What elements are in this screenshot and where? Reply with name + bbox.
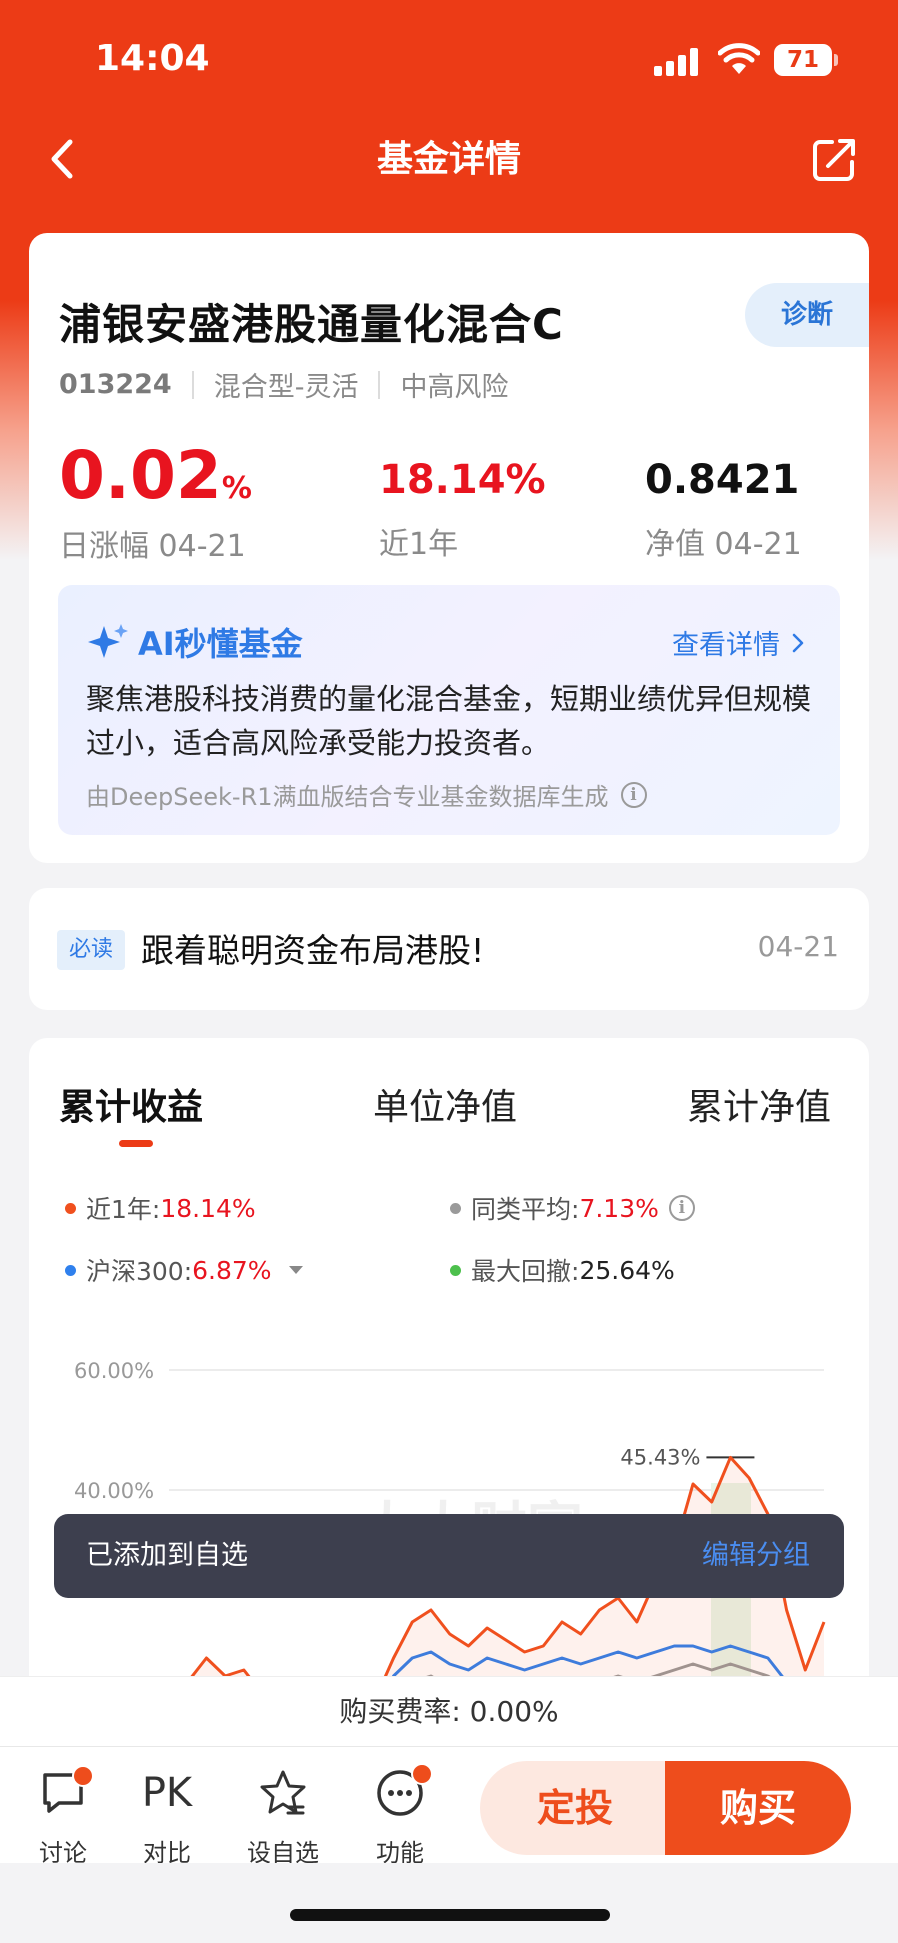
sip-button[interactable]: 定投 [480,1761,670,1855]
y-tick-label: 40.00% [74,1479,154,1503]
legend-dot-one-year [65,1202,76,1214]
legend-one-year: 近1年: 18.14% [65,1190,256,1226]
divider [378,370,381,399]
purchase-fee: 购买费率: 0.00% [339,1695,559,1728]
cellular-signal-icon [654,48,702,76]
notification-badge [411,1763,433,1785]
ai-summary-box[interactable]: AI秒懂基金 查看详情 聚焦港股科技消费的量化混合基金，短期业绩优异但规模过小，… [58,585,840,835]
nav-value: 0.8421 [645,457,800,503]
news-tag: 必读 [57,930,125,970]
fund-meta: 013224 混合型-灵活 中高风险 [59,365,508,404]
one-year-value: 18.14% [379,457,546,503]
buy-button[interactable]: 购买 [665,1761,851,1855]
daily-change-stat: 0.02% 日涨幅 04-21 [59,443,252,565]
fund-risk: 中高风险 [400,372,509,403]
info-icon[interactable]: i [620,781,647,808]
toast-notification: 已添加到自选 编辑分组 [54,1514,844,1598]
notification-badge [72,1765,94,1787]
tab-unit-nav[interactable]: 单位净值 [373,1078,517,1130]
tab-cumulative-return[interactable]: 累计收益 [59,1078,203,1130]
ai-footnote-text: 由DeepSeek-R1满血版结合专业基金数据库生成 [86,783,609,811]
news-card[interactable]: 必读 跟着聪明资金布局港股! 04-21 [29,888,869,1010]
nav-label: 净值 04-21 [645,527,802,562]
status-bar: 14:04 71 [0,0,898,110]
edit-group-button[interactable]: 编辑分组 [702,1514,810,1598]
ai-footnote: 由DeepSeek-R1满血版结合专业基金数据库生成 i [86,777,647,812]
return-chart[interactable]: 60.00% 40.00% 45.43% 大大财富 [29,1298,869,1678]
battery-icon: 71 [774,44,832,76]
one-year-stat: 18.14% 近1年 [379,455,546,563]
chevron-right-icon [792,633,804,652]
pk-icon: PK [141,1770,193,1816]
legend-csi300[interactable]: 沪深300: 6.87% [65,1252,306,1288]
legend-max-drawdown-value: 25.64% [579,1255,675,1285]
dropdown-triangle-icon[interactable] [286,1263,306,1277]
fund-code: 013224 [59,369,172,400]
legend-csi300-label: 沪深300: [86,1257,193,1286]
wifi-icon [718,43,760,74]
more-icon-wrap [355,1763,445,1831]
legend-category-average-value: 7.13% [579,1193,659,1223]
watchlist-icon-wrap [238,1767,328,1831]
legend-one-year-label: 近1年: [86,1195,161,1224]
legend-dot-max-drawdown [450,1264,461,1276]
one-year-label: 近1年 [379,527,459,562]
ai-view-details-link[interactable]: 查看详情 [672,623,810,662]
compare-icon-wrap: PK [122,1767,212,1831]
legend-csi300-value: 6.87% [192,1255,272,1285]
divider [191,370,194,399]
home-indicator[interactable] [290,1909,610,1921]
daily-change-label: 日涨幅 04-21 [59,529,246,564]
purchase-fee-bar: 购买费率: 0.00% [0,1676,898,1746]
star-icon [260,1770,306,1815]
ai-link-text: 查看详情 [672,630,780,661]
info-icon[interactable]: i [668,1195,695,1221]
discuss-button[interactable]: 讨论 [18,1747,108,1868]
legend-max-drawdown: 最大回撤: 25.64% [450,1252,675,1288]
tab-cumulative-nav[interactable]: 累计净值 [687,1078,831,1130]
status-time: 14:04 [95,38,210,79]
daily-change-value: 0.02 [59,437,222,514]
legend-category-average-label: 同类平均: [471,1195,580,1224]
add-watchlist-button[interactable]: 设自选 [238,1747,328,1868]
y-tick-label: 60.00% [74,1359,154,1383]
ai-description: 聚焦港股科技消费的量化混合基金，短期业绩优异但规模过小，适合高风险承受能力投资者… [86,682,812,760]
legend-dot-category-average [450,1202,461,1214]
battery-nub [834,54,838,66]
legend-max-drawdown-label: 最大回撤: [471,1257,580,1286]
news-headline: 跟着聪明资金布局港股! [141,931,485,970]
more-functions-button[interactable]: 功能 [355,1747,445,1868]
ai-title-text: AI秒懂基金 [138,625,303,663]
peak-annotation: 45.43% [620,1445,700,1469]
news-date: 04-21 [757,930,839,963]
toast-message: 已添加到自选 [86,1540,248,1571]
legend-one-year-value: 18.14% [160,1193,256,1223]
fund-summary-card: 浦银安盛港股通量化混合C 诊断 013224 混合型-灵活 中高风险 0.02%… [29,233,869,863]
legend-dot-csi300 [65,1264,76,1276]
diagnose-button[interactable]: 诊断 [745,283,869,347]
fund-name: 浦银安盛港股通量化混合C [59,300,564,349]
home-indicator-area [0,1863,898,1943]
legend-category-average: 同类平均: 7.13% i [450,1190,695,1226]
fund-type: 混合型-灵活 [213,372,359,403]
battery-level: 71 [786,47,819,73]
compare-button[interactable]: PK 对比 [122,1747,212,1868]
bottom-action-bar: 讨论 PK 对比 设自选 功能 定投 购买 [0,1746,898,1867]
ai-title: AI秒懂基金 [86,619,303,665]
nav-stat: 0.8421 净值 04-21 [645,455,802,563]
back-icon[interactable] [40,134,90,184]
page-title: 基金详情 [376,139,521,180]
daily-change-unit: % [221,471,252,506]
sparkle-icon [88,624,128,658]
active-tab-indicator [119,1140,153,1147]
nav-bar: 基金详情 [0,120,898,200]
discuss-icon-wrap [18,1765,108,1831]
share-icon[interactable] [810,136,858,184]
